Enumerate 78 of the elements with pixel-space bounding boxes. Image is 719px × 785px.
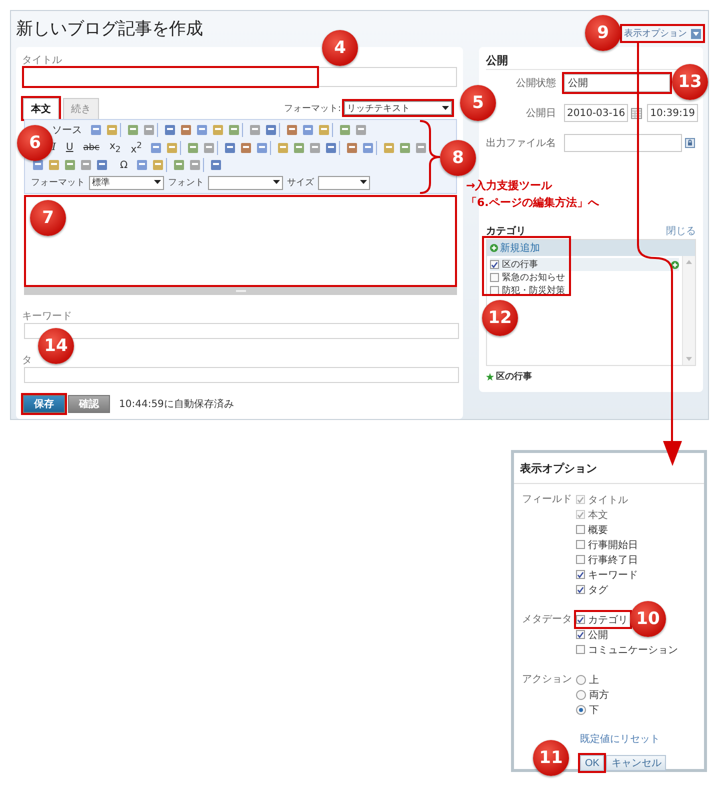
editor-body[interactable] bbox=[24, 195, 457, 287]
checkbox[interactable] bbox=[576, 525, 585, 534]
status-select[interactable]: 公開 bbox=[564, 74, 670, 92]
section-heading: カテゴリ bbox=[486, 224, 526, 238]
format-button[interactable]: x$^{2}$ bbox=[128, 140, 145, 156]
option-checkbox-row[interactable]: 行事終了日 bbox=[576, 552, 640, 567]
selected-category: 区の行事 bbox=[496, 370, 532, 383]
checkbox[interactable] bbox=[576, 645, 585, 654]
radio-button[interactable] bbox=[576, 674, 586, 684]
category-label: 緊急のお知らせ bbox=[502, 272, 565, 284]
option-checkbox-row[interactable]: カテゴリ bbox=[576, 612, 630, 627]
field-label: タイトル bbox=[22, 55, 63, 67]
editor-tab[interactable]: 本文 bbox=[23, 98, 59, 119]
save-button[interactable]: 保存 bbox=[23, 395, 65, 413]
page-title: 新しいブログ記事を作成 bbox=[16, 18, 203, 40]
font-select[interactable] bbox=[208, 176, 283, 190]
format-button[interactable]: x$_{2}$ bbox=[106, 141, 124, 154]
group-label: メタデータ bbox=[521, 613, 572, 627]
format-button[interactable]: abc bbox=[80, 142, 102, 153]
cancel-button[interactable]: キャンセル bbox=[606, 755, 666, 771]
dropdown-icon bbox=[691, 28, 701, 38]
format-select[interactable]: リッチテキスト bbox=[344, 101, 452, 115]
radio-button[interactable] bbox=[576, 704, 586, 714]
format-button[interactable]: U bbox=[62, 142, 76, 154]
format-label: フォーマット bbox=[31, 177, 85, 190]
checkbox[interactable] bbox=[576, 615, 585, 624]
keyword-field[interactable] bbox=[24, 323, 459, 339]
radio-button[interactable] bbox=[576, 690, 586, 700]
plus-icon bbox=[490, 244, 498, 252]
annotation-note: 「6.ページの編集方法」へ bbox=[466, 195, 599, 211]
date-field[interactable]: 2010-03-16 bbox=[564, 104, 628, 122]
checkbox[interactable] bbox=[576, 555, 585, 564]
field-label: 公開日 bbox=[525, 107, 556, 120]
option-checkbox-row[interactable]: 公開 bbox=[576, 627, 610, 642]
font-label: フォント bbox=[168, 177, 204, 190]
annotation-note: →入力支援ツール bbox=[466, 178, 552, 194]
checkbox[interactable] bbox=[576, 630, 585, 639]
option-checkbox-row[interactable]: 概要 bbox=[576, 522, 610, 537]
option-label: 下 bbox=[589, 704, 600, 716]
checkbox[interactable] bbox=[576, 540, 585, 549]
field-label: キーワード bbox=[22, 311, 73, 323]
checkbox[interactable] bbox=[490, 273, 499, 282]
checkbox[interactable] bbox=[576, 585, 585, 594]
field-label: 公開状態 bbox=[515, 76, 556, 90]
autosave-status: 10:44:59に自動保存済み bbox=[119, 398, 234, 411]
lock-icon[interactable] bbox=[685, 138, 695, 148]
caret-icon bbox=[360, 180, 367, 186]
caret-icon bbox=[442, 106, 449, 110]
option-label: 両方 bbox=[589, 688, 610, 702]
display-options-link[interactable]: 表示オプション bbox=[622, 26, 703, 41]
option-checkbox-row[interactable]: 行事開始日 bbox=[576, 537, 640, 552]
add-icon[interactable] bbox=[671, 260, 679, 268]
option-checkbox-row[interactable]: コミュニケーション bbox=[576, 642, 680, 657]
option-checkbox-row[interactable]: キーワード bbox=[576, 567, 640, 582]
option-label: 上 bbox=[589, 674, 600, 686]
time-field[interactable]: 10:39:19 bbox=[647, 104, 698, 122]
group-label: フィールド bbox=[521, 493, 572, 507]
size-label: サイズ bbox=[287, 176, 314, 190]
symbol-button[interactable]: Ω bbox=[117, 160, 131, 171]
field-label: 出力ファイル名 bbox=[486, 136, 556, 150]
filename-field[interactable] bbox=[564, 134, 682, 152]
size-select[interactable] bbox=[318, 176, 370, 190]
category-label: 区の行事 bbox=[502, 258, 538, 271]
ok-button[interactable]: OK bbox=[580, 755, 604, 771]
reset-link[interactable]: 既定値にリセット bbox=[580, 734, 660, 745]
block-format-select[interactable]: 標準 bbox=[89, 176, 164, 190]
tag-field[interactable] bbox=[24, 367, 459, 383]
caret-icon bbox=[273, 180, 280, 186]
group-label: アクション bbox=[521, 673, 572, 687]
caret-icon bbox=[154, 180, 161, 186]
format-label: フォーマット: bbox=[284, 102, 341, 114]
resize-handle[interactable] bbox=[24, 287, 457, 295]
option-checkbox-row[interactable]: タグ bbox=[576, 582, 610, 597]
star-icon bbox=[486, 372, 494, 380]
checkbox[interactable] bbox=[576, 570, 585, 579]
field-label: タ bbox=[22, 355, 33, 367]
close-link[interactable]: 閉じる bbox=[666, 224, 696, 238]
checkbox[interactable] bbox=[490, 260, 499, 269]
